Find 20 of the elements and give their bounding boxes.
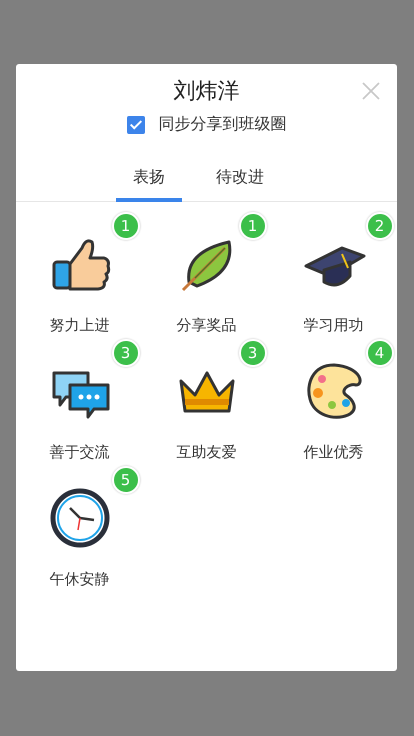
share-label: 同步分享到班级圈 xyxy=(158,114,286,135)
student-name: 刘炜洋 xyxy=(174,78,240,106)
praise-label: 努力上进 xyxy=(50,316,110,335)
praise-label: 午休安静 xyxy=(50,570,110,589)
tab[interactable]: 表扬 xyxy=(116,157,182,202)
praise-label: 互助友爱 xyxy=(176,443,236,462)
count-badge: 1 xyxy=(238,212,266,240)
count-badge: 2 xyxy=(366,212,394,240)
praise-label: 分享奖品 xyxy=(176,316,236,335)
count-badge: 3 xyxy=(112,339,140,367)
count-badge: 1 xyxy=(112,212,140,240)
tab[interactable]: 待改进 xyxy=(216,157,264,202)
count-badge: 5 xyxy=(112,466,140,494)
share-checkbox[interactable] xyxy=(126,116,144,134)
praise-label: 善于交流 xyxy=(50,443,110,462)
clock-icon[interactable] xyxy=(48,486,112,550)
praise-label: 作业优秀 xyxy=(304,443,364,462)
count-badge: 4 xyxy=(366,339,394,367)
praise-label: 学习用功 xyxy=(304,316,364,335)
count-badge: 3 xyxy=(238,339,266,367)
